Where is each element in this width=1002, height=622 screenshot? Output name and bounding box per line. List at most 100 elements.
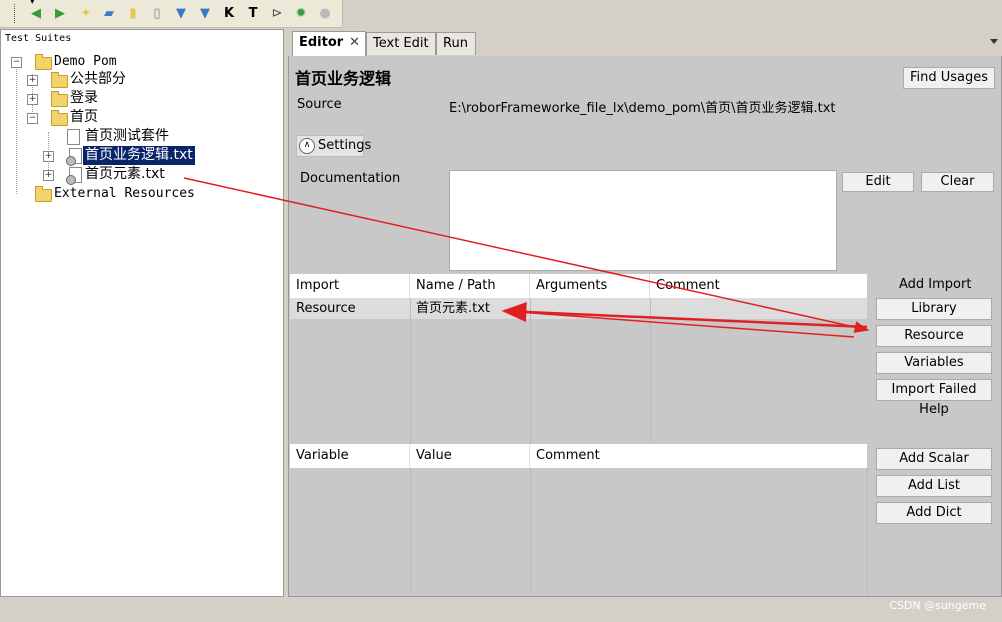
variable-table-header: Variable Value Comment <box>290 444 867 468</box>
tab-run[interactable]: Run <box>436 32 476 55</box>
tab-editor[interactable]: Editor ✕ <box>292 31 366 56</box>
keyword-search-icon[interactable]: K <box>221 6 237 22</box>
back-arrow-icon[interactable]: ◀ <box>28 6 44 22</box>
tab-label: Editor <box>299 35 344 50</box>
expand-icon[interactable]: + <box>27 94 38 105</box>
tab-menu-dropdown-icon[interactable] <box>990 39 998 44</box>
source-path: E:\roborFrameworke_file_lx\demo_pom\首页\首… <box>449 101 836 116</box>
new-suite-icon[interactable]: ▮ <box>125 6 141 22</box>
column-header[interactable]: Comment <box>650 274 867 298</box>
source-label: Source <box>297 97 342 112</box>
expand-icon[interactable]: + <box>43 170 54 181</box>
tree-item-common[interactable]: + 公共部分 <box>27 70 267 89</box>
table-row[interactable]: Resource 首页元素.txt <box>290 298 867 319</box>
settings-toggle[interactable]: ∧ Settings <box>296 135 371 157</box>
table-cell[interactable]: 首页元素.txt <box>410 298 536 319</box>
import-failed-help-button[interactable]: Import Failed Help <box>876 379 992 417</box>
edit-button[interactable]: Edit <box>842 172 914 192</box>
variables-button[interactable]: Variables <box>876 352 992 374</box>
clear-button[interactable]: Clear <box>921 172 994 192</box>
editor-area: 首页业务逻辑 Find Usages Source E:\roborFramew… <box>288 56 1002 597</box>
editor-panel: Editor ✕ Text Edit Run 首页业务逻辑 Find Usage… <box>288 29 1002 597</box>
add-dict-button[interactable]: Add Dict <box>876 502 992 524</box>
column-header[interactable]: Variable <box>290 444 410 468</box>
folder-icon <box>35 186 52 202</box>
tree-item-label: 首页元素.txt <box>85 166 165 182</box>
import-table-header: Import Name / Path Arguments Comment <box>290 274 867 298</box>
run-icon[interactable]: ⊳ <box>269 6 285 22</box>
toolbar: ▾ ◀ ▶ ✦ ▰ ▮ ▯ ▼ ▼ K T ⊳ ✹ ● <box>0 0 343 28</box>
file-icon <box>67 129 80 145</box>
library-button[interactable]: Library <box>876 298 992 320</box>
grid-line <box>650 298 651 444</box>
column-header[interactable]: Value <box>410 444 530 468</box>
find-usages-button[interactable]: Find Usages <box>903 67 995 89</box>
grid-line <box>530 298 531 444</box>
tree-item-homepage-suite[interactable]: 首页测试套件 <box>43 127 273 146</box>
tab-bar: Editor ✕ Text Edit Run <box>288 29 1002 56</box>
debug-bug-icon[interactable]: ✹ <box>293 6 309 22</box>
panel-title: Test Suites <box>5 33 72 44</box>
folder-open-icon <box>35 54 52 70</box>
save-icon[interactable]: ▼ <box>173 6 189 22</box>
watermark: CSDN @sungeme <box>889 599 986 612</box>
save-all-icon[interactable]: ▼ <box>197 6 213 22</box>
tree-item-homepage-elements[interactable]: + 首页元素.txt <box>43 165 273 185</box>
toolbar-grip[interactable] <box>14 4 18 23</box>
tree-item-demo-pom[interactable]: − Demo Pom <box>11 52 271 71</box>
table-cell[interactable] <box>530 298 656 319</box>
settings-label: Settings <box>318 138 372 153</box>
column-header[interactable]: Comment <box>530 444 867 468</box>
folder-icon <box>51 72 68 88</box>
tree-item-label: External Resources <box>54 186 195 201</box>
variable-table: Variable Value Comment <box>290 444 868 595</box>
page-title: 首页业务逻辑 <box>295 69 392 88</box>
tree-item-label: 首页测试套件 <box>85 128 169 144</box>
new-project-icon[interactable]: ✦ <box>78 6 94 22</box>
grid-line <box>410 298 411 444</box>
import-table: Import Name / Path Arguments Comment Res… <box>290 274 867 444</box>
documentation-label: Documentation <box>300 171 401 186</box>
close-icon[interactable]: ✕ <box>349 32 360 54</box>
chevron-up-icon: ∧ <box>299 138 315 154</box>
tree-item-login[interactable]: + 登录 <box>27 89 267 108</box>
tree-item-homepage[interactable]: − 首页 <box>27 108 267 127</box>
open-folder-icon[interactable]: ▰ <box>101 6 117 22</box>
documentation-box[interactable] <box>449 170 837 271</box>
grid-line <box>530 468 531 595</box>
tab-label: Run <box>443 36 468 51</box>
resource-file-icon <box>66 148 82 166</box>
stop-icon[interactable]: ● <box>317 6 333 22</box>
new-file-icon[interactable]: ▯ <box>149 6 165 22</box>
column-header[interactable]: Import <box>290 274 410 298</box>
add-scalar-button[interactable]: Add Scalar <box>876 448 992 470</box>
table-cell[interactable]: Resource <box>290 298 416 319</box>
add-list-button[interactable]: Add List <box>876 475 992 497</box>
grid-line <box>410 468 411 595</box>
collapse-icon[interactable]: − <box>27 113 38 124</box>
text-search-icon[interactable]: T <box>245 6 261 22</box>
tree-item-external-resources[interactable]: External Resources <box>11 184 271 203</box>
expand-icon[interactable]: + <box>27 75 38 86</box>
tree-item-label: 首页业务逻辑.txt <box>83 146 195 165</box>
tab-text-edit[interactable]: Text Edit <box>366 32 436 55</box>
expand-icon[interactable]: + <box>43 151 54 162</box>
tab-label: Text Edit <box>373 36 429 51</box>
tree-item-label: 登录 <box>70 90 98 106</box>
collapse-icon[interactable]: − <box>11 57 22 68</box>
tree-item-label: Demo Pom <box>54 54 117 69</box>
folder-open-icon <box>51 110 68 126</box>
column-header[interactable]: Name / Path <box>410 274 530 298</box>
test-suites-panel: Test Suites − Demo Pom + 公共部分 + 登录 − 首页 … <box>0 29 284 597</box>
grid-line <box>867 468 868 595</box>
forward-arrow-icon[interactable]: ▶ <box>52 6 68 22</box>
resource-button[interactable]: Resource <box>876 325 992 347</box>
tree-item-label: 公共部分 <box>70 71 126 87</box>
resource-file-icon <box>66 167 82 185</box>
column-header[interactable]: Arguments <box>530 274 650 298</box>
tree-item-label: 首页 <box>70 109 98 125</box>
tree-connector <box>16 66 17 194</box>
table-cell[interactable] <box>650 298 873 319</box>
tree-item-homepage-logic[interactable]: + 首页业务逻辑.txt <box>43 146 273 166</box>
add-import-label: Add Import <box>899 277 972 292</box>
